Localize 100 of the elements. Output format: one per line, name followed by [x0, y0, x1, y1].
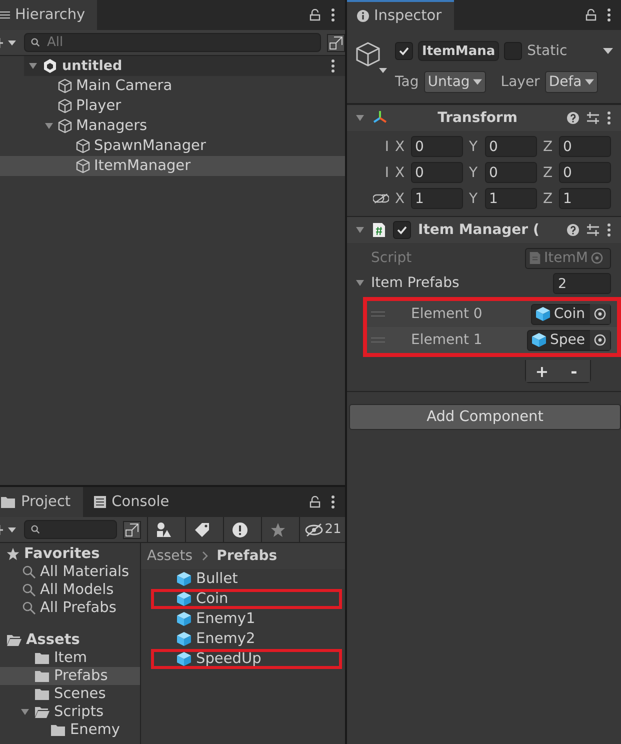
caret-icon[interactable] [603, 48, 613, 54]
checkbox[interactable] [504, 42, 522, 60]
folder-item[interactable]: Item [0, 649, 140, 667]
list-icon [0, 10, 10, 20]
asset-item[interactable]: Bullet [151, 569, 342, 589]
inspector-tab[interactable]: Inspector [347, 0, 454, 30]
cube-icon [57, 118, 73, 134]
help-icon[interactable] [567, 112, 579, 124]
checkbox[interactable] [393, 221, 411, 239]
layer-dropdown[interactable]: Defa [544, 71, 598, 93]
help-icon[interactable] [567, 224, 579, 236]
breadcrumb-item[interactable]: Prefabs [216, 548, 278, 564]
item-label: SpawnManager [94, 138, 206, 154]
number-field[interactable]: 1 [485, 188, 537, 209]
asset-label: Enemy2 [196, 631, 256, 647]
asset-item[interactable]: Coin [151, 589, 342, 609]
name-field[interactable]: ItemMana [418, 41, 500, 61]
hierarchy-tab[interactable]: Hierarchy [0, 0, 98, 30]
breadcrumb-item[interactable]: Assets [147, 548, 193, 564]
search-field[interactable] [24, 520, 117, 539]
add-dropdown-icon[interactable] [0, 36, 18, 48]
add-element-button[interactable]: + [526, 360, 558, 382]
cube-icon [75, 138, 91, 154]
unlinked-icon[interactable] [373, 193, 389, 204]
number-field[interactable]: 0 [485, 162, 537, 183]
cube-icon [534, 306, 551, 322]
asset-item[interactable]: Enemy2 [151, 629, 342, 649]
more-icon[interactable] [331, 495, 335, 509]
asset-item[interactable]: SpeedUp [151, 649, 342, 669]
element-label: Element 1 [410, 332, 484, 348]
add-component-button[interactable]: Add Component [349, 404, 621, 430]
expanded-arrow-icon[interactable] [44, 121, 54, 131]
hierarchy-item[interactable]: Managers [0, 116, 345, 136]
axis-label: Y [469, 164, 479, 180]
axis-label: Y [469, 138, 479, 154]
asset-item[interactable]: Enemy1 [151, 609, 342, 629]
expand-icon[interactable] [327, 34, 345, 52]
cube-icon[interactable] [355, 41, 389, 75]
more-icon[interactable] [607, 8, 611, 22]
search-field[interactable]: All [24, 33, 321, 52]
panel-tab[interactable]: Project [0, 487, 83, 517]
folder-item[interactable]: Scripts [0, 703, 140, 721]
object-field[interactable]: Spee [527, 330, 611, 350]
size-field[interactable]: 2 [553, 272, 611, 294]
cube-icon [57, 78, 73, 94]
tag-dropdown[interactable]: Untag [424, 71, 486, 93]
axis-label: Y [469, 190, 479, 206]
row-label: I [384, 138, 389, 154]
number-field[interactable]: 0 [411, 136, 463, 157]
cube-icon [176, 651, 192, 667]
hierarchy-item[interactable]: Player [0, 96, 345, 116]
folder-item[interactable]: Enemy [0, 721, 140, 739]
expand-icon[interactable] [123, 520, 141, 538]
hierarchy-item[interactable]: SpawnManager [0, 136, 345, 156]
axis-label: Z [543, 164, 553, 180]
expanded-arrow-icon[interactable] [355, 113, 365, 123]
axis-label: Z [543, 138, 553, 154]
lock-icon[interactable] [309, 9, 321, 21]
number-field[interactable]: 0 [559, 136, 611, 157]
folder-item[interactable]: Scenes [0, 685, 140, 703]
number-field[interactable]: 0 [485, 136, 537, 157]
more-icon[interactable] [607, 111, 611, 125]
folder-icon [50, 723, 66, 737]
favorite-item[interactable]: All Materials [0, 563, 140, 581]
expanded-arrow-icon[interactable] [355, 225, 365, 235]
add-dropdown-icon[interactable] [0, 524, 18, 536]
sliders-icon[interactable] [586, 112, 600, 124]
target-icon[interactable] [590, 330, 610, 350]
remove-element-button[interactable]: - [558, 360, 590, 382]
field-value: ItemM [544, 250, 588, 266]
panel-tab[interactable]: Console [92, 487, 182, 517]
asset-label: Enemy1 [196, 611, 256, 627]
lock-icon[interactable] [585, 9, 597, 21]
checkbox[interactable] [395, 42, 413, 60]
hierarchy-item[interactable]: Main Camera [0, 76, 345, 96]
open-folder-icon [34, 705, 50, 719]
drag-handle-icon[interactable] [371, 311, 385, 317]
number-field[interactable]: 0 [559, 162, 611, 183]
more-icon[interactable] [331, 59, 335, 73]
number-field[interactable]: 1 [411, 188, 463, 209]
more-icon[interactable] [331, 8, 335, 22]
favorite-item[interactable]: All Models [0, 581, 140, 599]
hierarchy-item[interactable]: ItemManager [0, 156, 345, 176]
expanded-arrow-icon[interactable] [355, 278, 365, 288]
target-icon[interactable] [590, 304, 610, 324]
object-field[interactable]: Coin [530, 304, 611, 324]
check-icon [396, 224, 408, 236]
asset-label: Coin [196, 591, 228, 607]
search-icon [22, 601, 36, 615]
folder-item[interactable]: Prefabs [0, 667, 140, 685]
number-field[interactable]: 0 [411, 162, 463, 183]
number-field[interactable]: 1 [559, 188, 611, 209]
expanded-arrow-icon[interactable] [20, 707, 30, 717]
drag-handle-icon[interactable] [371, 337, 385, 343]
expanded-arrow-icon[interactable] [28, 61, 38, 71]
lock-icon[interactable] [309, 496, 321, 508]
tab-label: Project [21, 494, 71, 510]
favorite-item[interactable]: All Prefabs [0, 599, 140, 617]
sliders-icon[interactable] [586, 224, 600, 236]
more-icon[interactable] [607, 223, 611, 237]
